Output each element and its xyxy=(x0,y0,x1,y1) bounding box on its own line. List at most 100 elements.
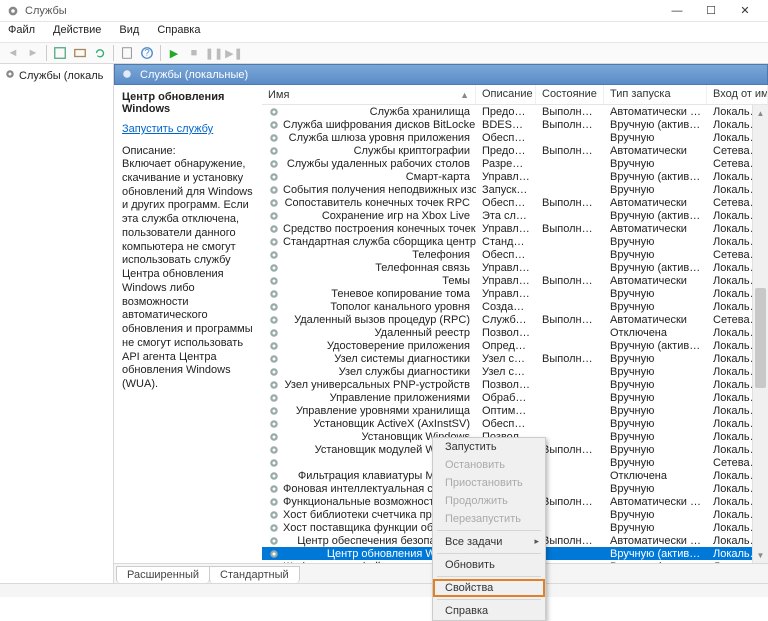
service-startup-cell: Вручную (активир... xyxy=(604,262,707,274)
refresh-button[interactable] xyxy=(91,44,109,62)
service-desc-cell: BDESVC пр... xyxy=(476,119,536,131)
description-pane: Центр обновления Windows Запустить служб… xyxy=(114,85,262,563)
ctx-pause[interactable]: Приостановить xyxy=(433,474,545,492)
ctx-properties[interactable]: Свойства xyxy=(433,579,545,597)
col-state[interactable]: Состояние xyxy=(536,85,604,104)
service-name-cell: Удаленный реестр xyxy=(262,327,476,339)
menu-view[interactable]: Вид xyxy=(115,22,143,42)
service-row[interactable]: Узел службы диагностикиУзел служ...Вручн… xyxy=(262,365,768,378)
export-button[interactable] xyxy=(118,44,136,62)
service-row[interactable]: Управление уровнями хранилищаОптимизи...… xyxy=(262,404,768,417)
toolbar-btn-2[interactable] xyxy=(71,44,89,62)
ctx-refresh[interactable]: Обновить xyxy=(433,556,545,574)
scrollbar-thumb[interactable] xyxy=(755,288,766,388)
menu-help[interactable]: Справка xyxy=(153,22,204,42)
service-startup-cell: Вручную xyxy=(604,249,707,261)
service-name-cell: Узел универсальных PNP-устройств xyxy=(262,379,476,391)
start-service-link[interactable]: Запустить службу xyxy=(122,123,254,135)
scroll-down-icon[interactable]: ▼ xyxy=(753,547,768,563)
service-row[interactable]: Служба шлюза уровня приложенияОбеспечи..… xyxy=(262,131,768,144)
tab-extended[interactable]: Расширенный xyxy=(116,566,210,583)
ctx-start[interactable]: Запустить xyxy=(433,438,545,456)
service-desc-cell: Узел служ... xyxy=(476,366,536,378)
service-row[interactable]: ТемыУправлен...ВыполняетсяАвтоматическиЛ… xyxy=(262,274,768,287)
service-row[interactable]: Удаленный вызов процедур (RPC)Служба R..… xyxy=(262,313,768,326)
forward-button[interactable]: ► xyxy=(24,44,42,62)
ctx-stop[interactable]: Остановить xyxy=(433,456,545,474)
service-desc-cell: Управлен... xyxy=(476,275,536,287)
service-row[interactable]: Тополог канального уровняСоздает ка...Вр… xyxy=(262,300,768,313)
pause-service-button[interactable]: ❚❚ xyxy=(205,44,223,62)
service-desc-cell: Узел сист... xyxy=(476,353,536,365)
tab-standard[interactable]: Стандартный xyxy=(209,566,300,583)
ctx-continue[interactable]: Продолжить xyxy=(433,492,545,510)
menu-action[interactable]: Действие xyxy=(49,22,105,42)
service-row[interactable]: Узел универсальных PNP-устройствПозволяе… xyxy=(262,378,768,391)
vertical-scrollbar[interactable]: ▲ ▼ xyxy=(752,105,768,563)
gear-icon xyxy=(268,392,280,404)
service-row[interactable]: Средство построения конечных точек Windo… xyxy=(262,222,768,235)
service-row[interactable]: Службы удаленных рабочих столовРазрешает… xyxy=(262,157,768,170)
tree-root-item[interactable]: Службы (локаль xyxy=(4,66,109,85)
service-row[interactable]: Удаленный реестрПозволяе...ОтключенаЛока… xyxy=(262,326,768,339)
minimize-button[interactable]: — xyxy=(660,0,694,22)
gear-icon xyxy=(268,327,280,339)
service-row[interactable]: Служба шифрования дисков BitLockerBDESVC… xyxy=(262,118,768,131)
gear-icon xyxy=(268,418,280,430)
service-name-cell: Сохранение игр на Xbox Live xyxy=(262,210,476,222)
gear-icon xyxy=(268,158,280,170)
gear-icon xyxy=(268,366,280,378)
service-row[interactable]: Службы криптографииПредоставл...Выполняе… xyxy=(262,144,768,157)
restart-service-button[interactable]: ▶❚ xyxy=(225,44,243,62)
service-name-cell: Смарт-карта xyxy=(262,171,476,183)
service-row[interactable]: Смарт-картаУправляет...Вручную (активир.… xyxy=(262,170,768,183)
service-row[interactable]: Теневое копирование томаУправляет...Вруч… xyxy=(262,287,768,300)
window-title: Службы xyxy=(25,5,660,17)
back-button[interactable]: ◄ xyxy=(4,44,22,62)
service-row[interactable]: Сохранение игр на Xbox LiveЭта служб...В… xyxy=(262,209,768,222)
col-description[interactable]: Описание xyxy=(476,85,536,104)
service-row[interactable]: Управление приложениямиОбработк...Вручну… xyxy=(262,391,768,404)
menu-file[interactable]: Файл xyxy=(4,22,39,42)
stop-service-button[interactable]: ■ xyxy=(185,44,203,62)
service-state-cell: Выполняется xyxy=(536,496,604,508)
scroll-up-icon[interactable]: ▲ xyxy=(753,105,768,121)
col-name[interactable]: Имя▲ xyxy=(262,85,476,104)
service-startup-cell: Вручную xyxy=(604,431,707,443)
service-row[interactable]: Установщик ActiveX (AxInstSV)Обеспечи...… xyxy=(262,417,768,430)
col-startup[interactable]: Тип запуска xyxy=(604,85,707,104)
toolbar-btn-1[interactable] xyxy=(51,44,69,62)
description-text: Включает обнаружение, скачивание и устан… xyxy=(122,158,254,392)
service-row[interactable]: Стандартная служба сборщика центра диагн… xyxy=(262,235,768,248)
service-desc-cell: Запуск пр... xyxy=(476,184,536,196)
service-desc-cell: Предоставл... xyxy=(476,106,536,118)
menu-bar: Файл Действие Вид Справка xyxy=(0,22,768,42)
service-name-cell: События получения неподвижных изображени… xyxy=(262,184,476,196)
service-name-cell: Служба хранилища xyxy=(262,106,476,118)
ctx-all-tasks[interactable]: Все задачи xyxy=(433,533,545,551)
gear-icon xyxy=(268,301,280,313)
service-row[interactable]: Удостоверение приложенияОпределяе...Вруч… xyxy=(262,339,768,352)
service-startup-cell: Вручную (активир... xyxy=(604,171,707,183)
maximize-button[interactable]: ☐ xyxy=(694,0,728,22)
service-desc-cell: Управлен... xyxy=(476,223,536,235)
close-button[interactable]: ✕ xyxy=(728,0,762,22)
ctx-help[interactable]: Справка xyxy=(433,602,545,620)
service-row[interactable]: События получения неподвижных изображени… xyxy=(262,183,768,196)
service-desc-cell: Управляет... xyxy=(476,262,536,274)
gear-icon xyxy=(268,340,280,352)
ctx-restart[interactable]: Перезапустить xyxy=(433,510,545,528)
help-button[interactable]: ? xyxy=(138,44,156,62)
service-desc-cell: Позволяе... xyxy=(476,327,536,339)
service-row[interactable]: Телефонная связьУправляет...Вручную (акт… xyxy=(262,261,768,274)
col-logon[interactable]: Вход от имени xyxy=(707,85,768,104)
service-row[interactable]: Служба хранилищаПредоставл...Выполняется… xyxy=(262,105,768,118)
service-startup-cell: Вручную xyxy=(604,405,707,417)
start-service-button[interactable]: ▶ xyxy=(165,44,183,62)
service-row[interactable]: Сопоставитель конечных точек RPCОбеспечи… xyxy=(262,196,768,209)
service-row[interactable]: ТелефонияОбеспечи...ВручнуюСетевая служб… xyxy=(262,248,768,261)
service-startup-cell: Вручную (активир... xyxy=(604,340,707,352)
content-area: Службы (локаль Службы (локальные) Центр … xyxy=(0,64,768,583)
service-desc-cell: Позволяе... xyxy=(476,379,536,391)
service-row[interactable]: Узел системы диагностикиУзел сист...Выпо… xyxy=(262,352,768,365)
